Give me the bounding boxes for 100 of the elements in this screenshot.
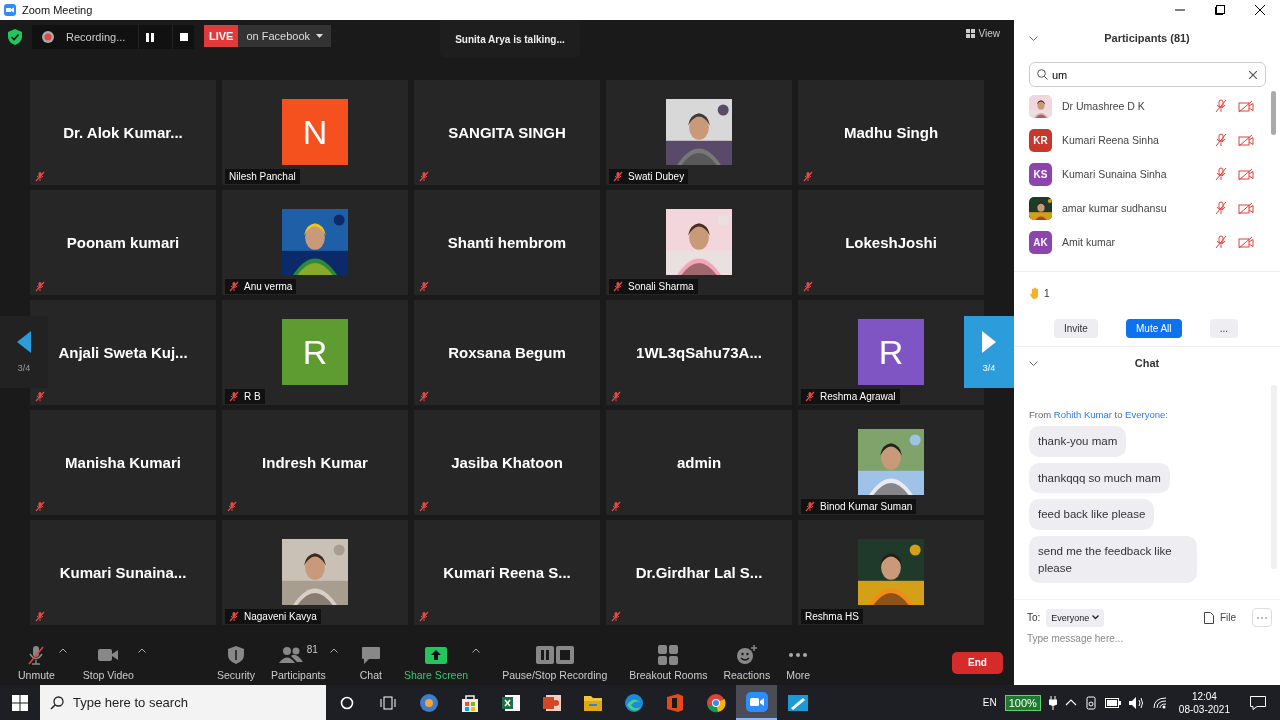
live-destination-dropdown[interactable]: on Facebook	[238, 25, 332, 47]
toolbar-button[interactable]: Pause/Stop Recording	[502, 644, 608, 681]
avatar-initials: KR	[1029, 128, 1052, 152]
wifi-icon[interactable]	[1152, 696, 1167, 709]
notification-icon[interactable]	[1250, 695, 1266, 710]
sender-link[interactable]: Rohith Kumar	[1053, 409, 1112, 420]
view-button[interactable]: View	[965, 28, 1000, 39]
muted-mic-icon[interactable]	[1214, 133, 1228, 147]
caret-icon[interactable]	[329, 648, 338, 653]
left-arrow-icon	[17, 331, 31, 353]
clear-icon[interactable]	[1249, 71, 1257, 79]
muted-mic-icon[interactable]	[1214, 99, 1228, 113]
battery-indicator[interactable]: 100%	[1004, 694, 1041, 711]
avatar-initials: AK	[1029, 230, 1052, 254]
speaker-icon[interactable]	[1128, 696, 1145, 709]
record-dot-icon	[42, 31, 54, 43]
window-title: Zoom Meeting	[22, 4, 93, 16]
scrollbar[interactable]	[1271, 91, 1276, 135]
circle-icon	[339, 695, 354, 710]
search-icon	[1037, 69, 1048, 80]
taskbar-app-button[interactable]	[736, 685, 777, 720]
video-off-icon[interactable]	[1238, 201, 1254, 215]
media-player-icon	[418, 692, 439, 713]
clock-time[interactable]: 12:04	[1191, 690, 1217, 702]
taskbar-search-field[interactable]: Type here to search	[40, 685, 326, 720]
video-camera-icon	[97, 647, 120, 663]
spreadsheet-icon	[500, 692, 521, 713]
clock-date[interactable]: 08-03-2021	[1178, 703, 1230, 715]
windows-logo-icon	[12, 694, 28, 711]
caret-icon[interactable]	[472, 648, 481, 653]
video-camera-icon	[745, 691, 768, 712]
participant-name: Poonam kumari	[66, 234, 180, 251]
recipient-dropdown[interactable]: Everyone	[1046, 608, 1105, 627]
shopping-bag-icon	[459, 692, 480, 713]
pause-icon	[145, 32, 154, 42]
chevron-up-icon[interactable]	[1064, 699, 1077, 706]
toolbar-button[interactable]: 81 Participants	[270, 644, 326, 681]
raised-hand-count: 1	[1044, 287, 1050, 299]
chevron-down-icon	[1092, 615, 1100, 620]
office-icon	[665, 692, 684, 713]
panel-button[interactable]: Invite	[1054, 318, 1098, 338]
battery-icon[interactable]	[1104, 697, 1121, 708]
shield-check-icon[interactable]	[8, 29, 22, 45]
live-badge: LIVE	[204, 25, 239, 47]
people-icon	[278, 646, 303, 664]
toolbar-button[interactable]: Unmute	[18, 644, 55, 681]
toolbar-button[interactable]: Security	[216, 644, 255, 681]
toolbar-button[interactable]: Reactions	[723, 644, 771, 681]
share-screen-icon	[425, 646, 448, 664]
wave-circle-icon	[623, 692, 644, 713]
video-off-icon[interactable]	[1238, 167, 1254, 181]
toolbar-button[interactable]: More	[786, 644, 811, 681]
chat-message: feed back like please	[1029, 499, 1155, 530]
participant-row[interactable]: AK Amit kumar	[1014, 225, 1280, 259]
recipient-link[interactable]: Everyone:	[1125, 409, 1168, 420]
participant-row[interactable]: amar kumar sudhansu	[1014, 191, 1280, 225]
toolbar-button[interactable]: Breakout Rooms	[629, 644, 708, 681]
collapse-chevron-icon[interactable]	[1029, 360, 1038, 366]
chat-message: send me the feedback like please	[1029, 536, 1197, 584]
participant-name: Sonali Sharma	[628, 281, 694, 292]
video-off-icon[interactable]	[1238, 235, 1254, 249]
video-off-icon[interactable]	[1238, 133, 1254, 147]
participant-row[interactable]: KR Kumari Reena Sinha	[1014, 123, 1280, 157]
app-logo-icon	[4, 4, 16, 16]
end-button[interactable]: End	[952, 651, 1003, 674]
muted-mic-icon[interactable]	[1214, 235, 1228, 249]
stop-icon	[179, 33, 188, 41]
whiteboard-icon	[786, 692, 809, 713]
to-label: To:	[1027, 612, 1041, 623]
device-icon[interactable]	[1084, 695, 1097, 710]
more-icon	[788, 652, 809, 658]
speaker-notification: Sunita Arya is talking...	[440, 20, 580, 58]
previous-page-button[interactable]: 3/4	[0, 316, 48, 388]
search-icon	[50, 696, 64, 710]
presentation-icon	[541, 692, 562, 713]
participant-name: 1WL3qSahu73A...	[636, 344, 762, 361]
toolbar-button[interactable]: Share Screen	[403, 644, 469, 681]
chat-message: thank-you mam	[1029, 426, 1127, 457]
panel-button[interactable]: Mute All	[1126, 318, 1182, 338]
panel-title: Chat	[1134, 357, 1160, 369]
avatar-letter: N	[282, 99, 348, 165]
plug-icon[interactable]	[1048, 695, 1057, 710]
more-icon	[1257, 616, 1267, 619]
video-off-icon[interactable]	[1238, 99, 1254, 113]
muted-mic-icon[interactable]	[1214, 167, 1228, 181]
caret-icon[interactable]	[137, 648, 146, 653]
file-button[interactable]: File	[1203, 611, 1236, 624]
muted-mic-icon[interactable]	[1214, 201, 1228, 215]
toolbar-button[interactable]: Stop Video	[82, 644, 134, 681]
caret-icon[interactable]	[58, 648, 67, 653]
participant-row[interactable]: Dr Umashree D K	[1014, 89, 1280, 123]
participant-name: Madhu Singh	[843, 124, 939, 141]
grid-icon	[965, 29, 975, 38]
participant-name: Binod Kumar Suman	[820, 501, 913, 512]
search-field[interactable]: um	[1029, 62, 1266, 87]
participant-row[interactable]: KS Kumari Sunaina Sinha	[1014, 157, 1280, 191]
toolbar-button[interactable]: Chat	[359, 644, 382, 681]
panel-button[interactable]: ...	[1209, 318, 1238, 338]
language-indicator[interactable]: EN	[982, 697, 997, 708]
collapse-chevron-icon[interactable]	[1029, 35, 1038, 41]
